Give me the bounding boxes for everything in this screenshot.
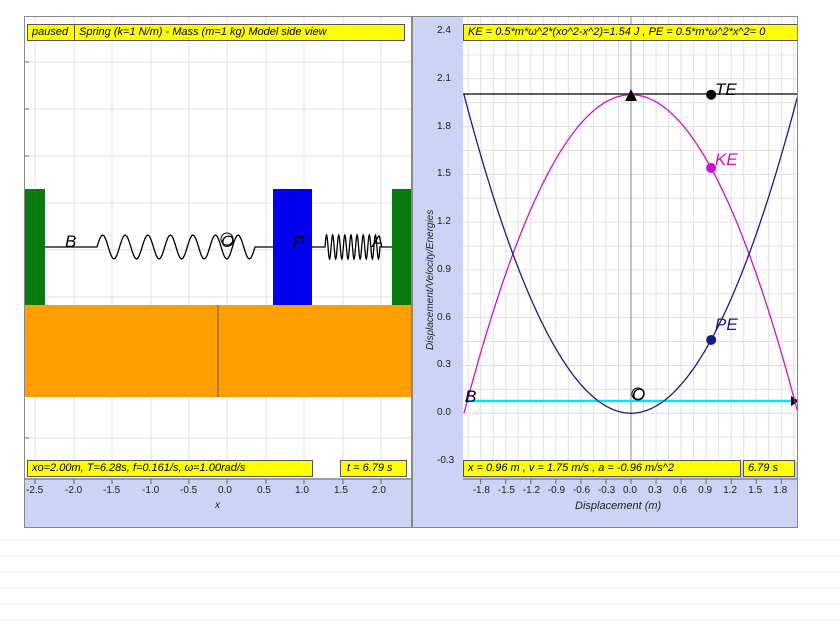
b-label: B <box>465 387 476 406</box>
x-tick-label: -1.5 <box>103 485 121 496</box>
x-tick-label: -0.5 <box>180 485 198 496</box>
status-box[interactable]: paused <box>27 24 75 41</box>
x-axis-label: x <box>215 500 220 511</box>
x-tick-label: -1.0 <box>142 485 160 496</box>
x-tick-label: 2.0 <box>372 485 386 496</box>
graph-x-tick-label: 0.6 <box>673 485 687 496</box>
y-tick-label: 1.8 <box>437 120 451 132</box>
right-wall <box>392 189 411 305</box>
o-label: O <box>632 385 645 404</box>
graph-x-tick-label: 0.9 <box>698 485 713 496</box>
time-box: t = 6.79 s <box>340 460 407 477</box>
readout-box: x = 0.96 m , v = 1.75 m/s , a = -0.96 m/… <box>463 460 741 477</box>
x-tick-label: 0.0 <box>218 485 232 496</box>
x-axis-area: -2.5 -2.0 -1.5 -1.0 -0.5 0.0 0.5 1.0 1.5 2.0 x <box>25 478 411 527</box>
left-spring <box>45 234 273 260</box>
label-p: P <box>293 232 305 251</box>
x-tick-label: 1.5 <box>334 485 348 496</box>
y-tick-label: 2.4 <box>437 25 451 36</box>
y-tick-label: 0.9 <box>437 263 451 275</box>
model-title-box: Spring (k=1 N/m) - Mass (m=1 kg) Model s… <box>74 24 405 41</box>
graph-x-tick-label: 1.2 <box>723 485 738 496</box>
graph-x-axis-label: Displacement (m) <box>575 500 662 512</box>
energy-graph-svg: TE KE PE B O <box>463 17 797 462</box>
graph-x-tick-label: -0.3 <box>597 485 616 496</box>
x-tick-label: -2.5 <box>26 485 44 496</box>
x-tick-label: -2.0 <box>65 485 83 496</box>
y-tick-label: 1.5 <box>437 168 451 180</box>
graph-x-tick-label: -1.2 <box>522 485 541 496</box>
label-b: B <box>65 232 76 251</box>
y-tick-label: 0.3 <box>437 359 451 371</box>
energy-header-box: KE = 0.5*m*ω^2*(xo^2-x^2)=1.54 J , PE = … <box>463 24 797 41</box>
graph-time-box: 6.79 s <box>743 460 795 477</box>
te-label: TE <box>715 80 737 99</box>
y-tick-label: 2.1 <box>437 72 451 84</box>
graph-x-tick-label: 1.8 <box>773 485 788 496</box>
x-tick-label: 0.5 <box>257 485 271 496</box>
y-tick-label: 0.0 <box>437 407 451 419</box>
label-o: O <box>221 232 234 251</box>
params-box: xo=2.00m, T=6.28s, f=0.161/s, ω=1.00rad/… <box>27 460 313 477</box>
ke-label: KE <box>715 150 738 169</box>
graph-x-tick-label: -0.6 <box>572 485 591 496</box>
y-tick-label: 1.2 <box>437 216 451 228</box>
pe-label: PE <box>715 315 738 334</box>
y-axis-label: Displacement/Velocity/Energies <box>425 209 436 350</box>
x-tick-label: 1.0 <box>295 485 309 496</box>
y-tick-label: -0.3 <box>437 455 455 466</box>
y-tick-label: 0.6 <box>437 311 451 323</box>
graph-x-tick-label: -1.5 <box>497 485 515 496</box>
spring-mass-canvas: B O P A <box>25 17 411 462</box>
graph-x-tick-label: 1.5 <box>748 485 763 496</box>
graph-x-tick-label: -1.8 <box>472 485 490 496</box>
spring-mass-panel[interactable]: B O P A paused Spring (k=1 N/m) - Mass (… <box>24 16 412 528</box>
left-wall <box>25 189 45 305</box>
energy-graph-panel[interactable]: TE KE PE B O 2.4 2.1 1.8 1.5 1.2 0.9 0.6 0.3 0.0… <box>412 16 798 528</box>
graph-x-tick-label: 0.0 <box>623 485 637 496</box>
graph-x-tick-label: 0.3 <box>648 485 662 496</box>
label-a: A <box>371 232 383 251</box>
pe-marker <box>706 334 717 345</box>
graph-x-axis-area: -1.8 -1.5 -1.2 -0.9 -0.6 -0.3 0.0 0.3 0.6 0.9 1.2 1… <box>463 478 797 527</box>
graph-x-tick-label: -0.9 <box>547 485 566 496</box>
